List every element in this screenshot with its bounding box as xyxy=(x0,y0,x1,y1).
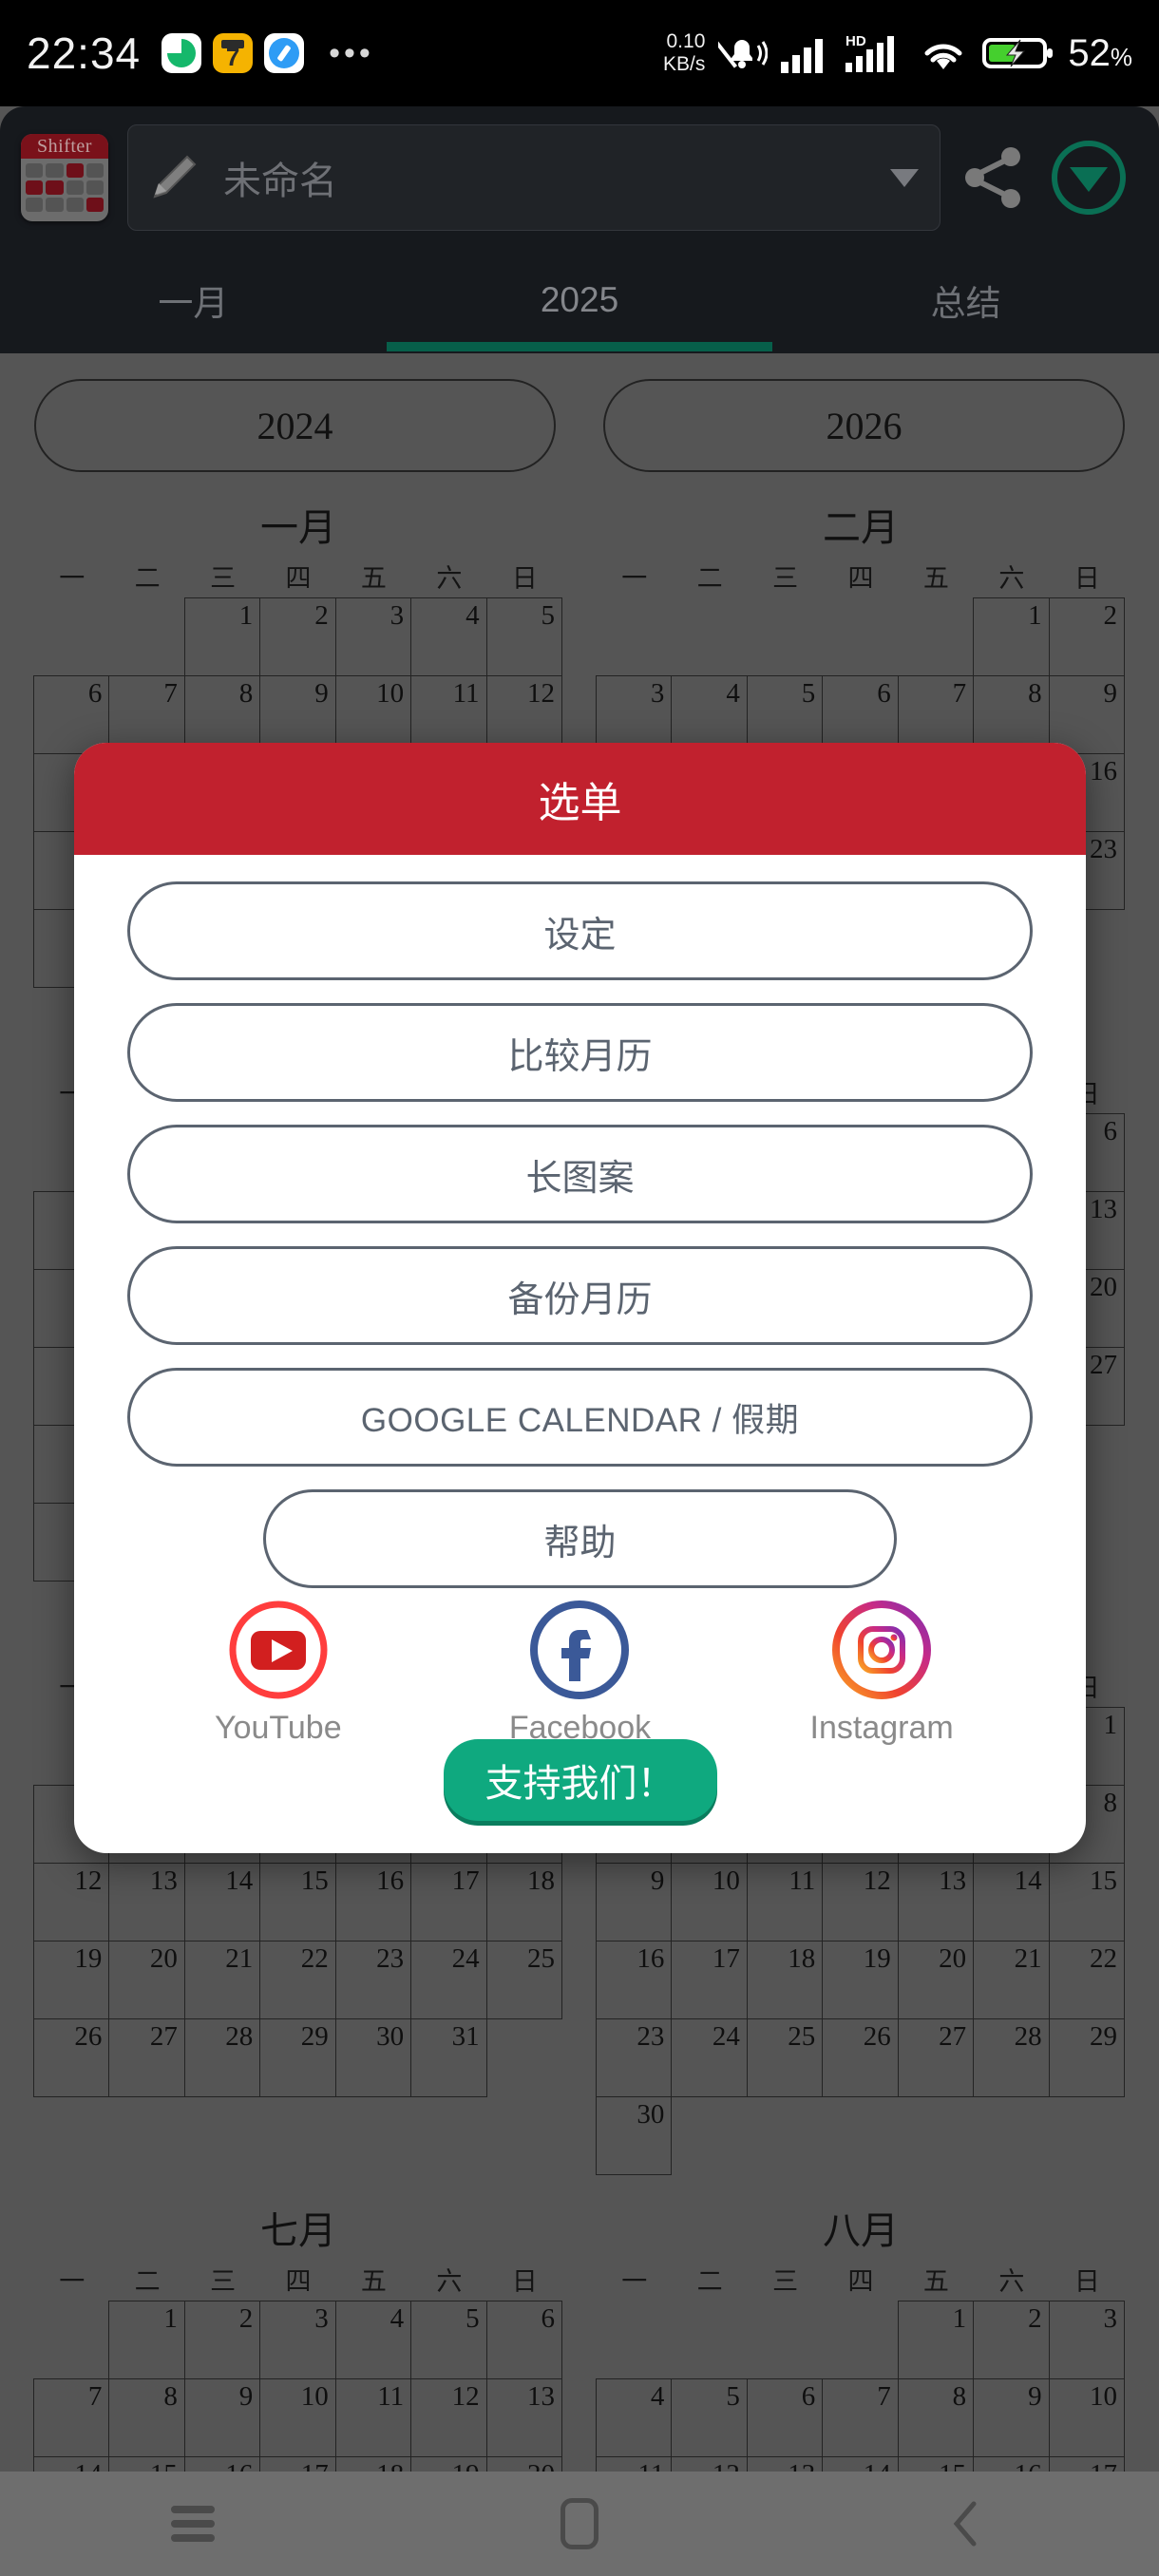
social-youtube[interactable]: YouTube xyxy=(129,1598,428,1747)
instagram-icon xyxy=(832,1601,932,1699)
home-icon xyxy=(560,2498,598,2549)
compass-icon xyxy=(264,33,305,73)
dialog-title: 选单 xyxy=(538,780,622,826)
seven-app-icon xyxy=(213,33,254,73)
social-links: YouTube Facebook Instagram xyxy=(127,1598,1033,1747)
home-button[interactable] xyxy=(387,2498,773,2549)
recents-button[interactable] xyxy=(0,2499,387,2548)
menu-backup-calendar-button[interactable]: 备份月历 xyxy=(127,1246,1033,1345)
social-instagram[interactable]: Instagram xyxy=(732,1598,1031,1747)
social-youtube-label: YouTube xyxy=(215,1710,342,1746)
facebook-icon xyxy=(530,1601,630,1699)
menu-compare-calendar-button[interactable]: 比较月历 xyxy=(127,1003,1033,1102)
menu-long-image-button[interactable]: 长图案 xyxy=(127,1125,1033,1223)
battery-charging-icon xyxy=(982,38,1054,68)
network-speed-value: 0.10 xyxy=(666,30,706,52)
back-button[interactable] xyxy=(772,2498,1159,2549)
status-bar: 22:34 ••• 0.10 KB/s xyxy=(0,0,1159,106)
android-nav-bar xyxy=(0,2472,1159,2576)
menu-dialog: 选单 设定 比较月历 长图案 备份月历 GOOGLE CALENDAR / 假期… xyxy=(74,743,1086,1853)
network-speed-unit: KB/s xyxy=(663,53,706,75)
hd-signal-bars-icon: HD xyxy=(846,33,895,72)
menu-settings-button[interactable]: 设定 xyxy=(127,881,1033,980)
support-us-button[interactable]: 支持我们！ xyxy=(443,1739,717,1821)
dialog-header: 选单 xyxy=(74,743,1086,855)
wifi-icon xyxy=(924,44,962,69)
support-row: 支持我们！ xyxy=(127,1739,1033,1821)
status-clock: 22:34 xyxy=(27,28,142,78)
sync-icon xyxy=(162,33,202,73)
status-right-cluster: 0.10 KB/s HD 52% xyxy=(663,30,1132,76)
back-icon xyxy=(953,2501,977,2547)
social-instagram-label: Instagram xyxy=(809,1710,954,1746)
recents-icon xyxy=(171,2499,216,2548)
svg-text:HD: HD xyxy=(846,33,866,49)
screen: 22:34 ••• 0.10 KB/s xyxy=(0,0,1159,2576)
menu-help-button[interactable]: 帮助 xyxy=(262,1489,898,1588)
bell-muted-icon xyxy=(718,40,769,68)
network-speed: 0.10 KB/s xyxy=(663,30,705,76)
notification-icons: ••• xyxy=(162,33,374,73)
social-facebook[interactable]: Facebook xyxy=(430,1598,729,1747)
signal-bars-icon xyxy=(781,39,824,73)
dialog-body: 设定 比较月历 长图案 备份月历 GOOGLE CALENDAR / 假期 帮助… xyxy=(74,855,1086,1853)
overflow-dots-icon: ••• xyxy=(329,35,374,71)
battery-percentage: 52% xyxy=(1068,31,1132,74)
menu-google-calendar-button[interactable]: GOOGLE CALENDAR / 假期 xyxy=(127,1368,1033,1467)
youtube-icon xyxy=(229,1601,328,1699)
